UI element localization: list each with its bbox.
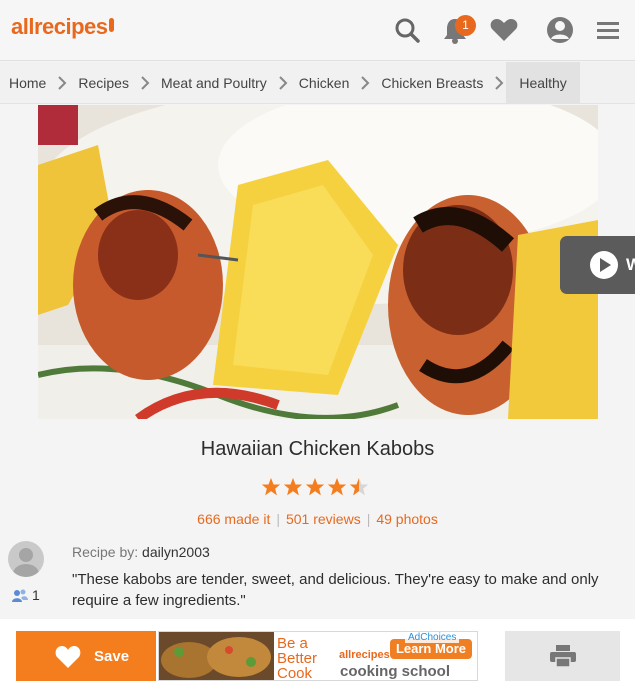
recipe-stats: 666 made it | 501 reviews | 49 photos xyxy=(0,511,635,527)
advertisement[interactable]: Be a Better Cook allrecipes cooking scho… xyxy=(158,631,478,681)
breadcrumb-chicken[interactable]: Chicken xyxy=(290,62,359,104)
menu-icon[interactable] xyxy=(592,14,624,46)
allrecipes-logo[interactable]: allrecipes xyxy=(11,14,114,40)
recipe-hero-photo[interactable] xyxy=(38,105,598,419)
recipe-title: Hawaiian Chicken Kabobs xyxy=(200,438,435,460)
ad-brand: allrecipes xyxy=(339,649,390,661)
ad-tagline: Be a Better Cook xyxy=(277,635,318,681)
ad-food-photo xyxy=(159,632,274,680)
photos-link[interactable]: 49 photos xyxy=(376,511,438,527)
followers-count: 1 xyxy=(32,587,40,603)
heart-icon xyxy=(55,645,81,668)
recipe-by: Recipe by: dailyn2003 xyxy=(72,544,210,560)
printer-icon xyxy=(549,645,576,668)
reviews-link[interactable]: 501 reviews xyxy=(286,511,361,527)
video-label: W xyxy=(626,255,635,274)
chevron-right-icon xyxy=(138,62,152,104)
breadcrumb: Home Recipes Meat and Poultry Chicken Ch… xyxy=(0,61,635,104)
chevron-right-icon xyxy=(492,62,506,104)
print-button[interactable] xyxy=(505,631,620,681)
action-bar: Save Be a Better Cook allrecipes cooking… xyxy=(0,619,635,683)
breadcrumb-home[interactable]: Home xyxy=(0,62,55,104)
star-icon xyxy=(261,477,281,496)
stats-divider: | xyxy=(366,511,371,527)
save-label: Save xyxy=(94,647,130,665)
breadcrumb-recipes[interactable]: Recipes xyxy=(69,62,138,104)
breadcrumb-healthy[interactable]: Healthy xyxy=(506,61,580,104)
heart-icon[interactable] xyxy=(488,14,520,46)
ad-choices-link[interactable]: AdChoices xyxy=(405,632,460,643)
recipe-by-label: Recipe by: xyxy=(72,544,139,560)
stats-divider: | xyxy=(276,511,280,527)
breadcrumb-meat-and-poultry[interactable]: Meat and Poultry xyxy=(152,62,276,104)
logo-spoon-icon xyxy=(108,18,114,32)
chevron-right-icon xyxy=(55,62,69,104)
chevron-right-icon xyxy=(358,62,372,104)
save-button[interactable]: Save xyxy=(16,631,156,681)
rating-stars[interactable] xyxy=(261,477,369,499)
author-followers: 1 xyxy=(12,587,40,603)
author-name[interactable]: dailyn2003 xyxy=(142,544,210,560)
logo-text: allrecipes xyxy=(11,14,108,39)
play-icon xyxy=(590,251,618,279)
search-icon[interactable] xyxy=(391,14,423,46)
made-it-link[interactable]: 666 made it xyxy=(197,511,270,527)
breadcrumb-chicken-breasts[interactable]: Chicken Breasts xyxy=(372,62,492,104)
profile-icon[interactable] xyxy=(544,14,576,46)
star-icon xyxy=(327,477,347,496)
site-header: allrecipes 1 xyxy=(0,0,635,61)
recipe-description: "These kabobs are tender, sweet, and del… xyxy=(72,571,599,609)
watch-video-button[interactable]: W xyxy=(560,236,635,294)
author-avatar[interactable] xyxy=(8,541,44,577)
kabob-photo xyxy=(38,105,598,419)
followers-icon xyxy=(12,589,28,602)
notification-badge: 1 xyxy=(455,15,476,36)
star-icon xyxy=(305,477,325,496)
chevron-right-icon xyxy=(276,62,290,104)
half-star-icon xyxy=(349,477,369,496)
ad-cooking-school: cooking school xyxy=(340,663,451,680)
star-icon xyxy=(283,477,303,496)
